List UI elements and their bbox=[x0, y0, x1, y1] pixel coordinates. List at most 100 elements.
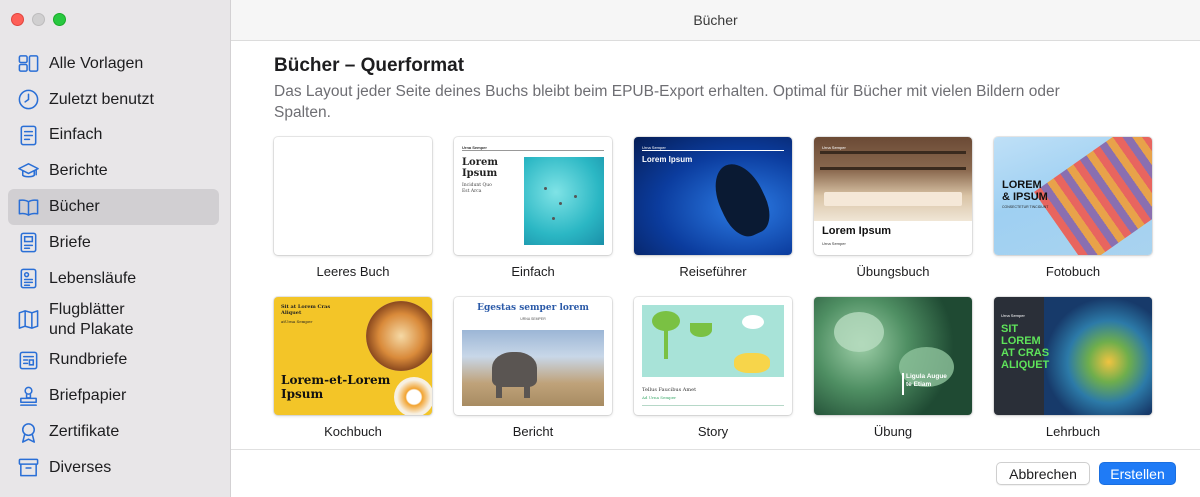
thumb-sub: Ad Urna Semper bbox=[642, 395, 676, 400]
minimize-window-button[interactable] bbox=[32, 13, 45, 26]
document-icon bbox=[16, 123, 40, 147]
elephant-photo bbox=[462, 330, 604, 406]
sidebar-item-label: Briefe bbox=[49, 233, 91, 251]
template-thumbnail[interactable]: Tellus Faucibus Amet Ad Urna Semper bbox=[634, 297, 792, 415]
template-reisefuehrer[interactable]: Urna Semper Lorem Ipsum Reiseführer bbox=[634, 137, 792, 279]
sidebar-item-zuletzt-benutzt[interactable]: Zuletzt benutzt bbox=[8, 82, 219, 118]
title-bar: Bücher bbox=[231, 0, 1200, 41]
template-lehrbuch[interactable]: Urna Semper SIT LOREM AT CRAS ALIQUET Le… bbox=[994, 297, 1152, 439]
template-thumbnail[interactable]: Urna Semper SIT LOREM AT CRAS ALIQUET bbox=[994, 297, 1152, 415]
sidebar-item-alle-vorlagen[interactable]: Alle Vorlagen bbox=[8, 46, 219, 82]
sidebar-item-buecher[interactable]: Bücher bbox=[8, 189, 219, 225]
egg-bowl bbox=[394, 377, 432, 415]
sidebar-item-lebenslaeufe[interactable]: Lebensläufe bbox=[8, 261, 219, 297]
sidebar-item-zertifikate[interactable]: Zertifikate bbox=[8, 414, 219, 450]
sidebar-item-einfach[interactable]: Einfach bbox=[8, 118, 219, 154]
window-title: Bücher bbox=[693, 12, 738, 28]
story-illustration bbox=[642, 305, 784, 377]
template-thumbnail[interactable]: Urna Semper Lorem Ipsum Urna Semper bbox=[814, 137, 972, 255]
thumb-title: Egestas semper lorem bbox=[477, 303, 589, 313]
thumb-sub-line2: Est Arca bbox=[462, 189, 482, 194]
sidebar-item-label: Lebensläufe bbox=[49, 269, 137, 287]
template-thumbnail[interactable]: LOREM & IPSUM CONSECTETUR TINCIDUNT bbox=[994, 137, 1152, 255]
sidebar-item-berichte[interactable]: Berichte bbox=[8, 153, 219, 189]
thumb-rule bbox=[642, 150, 784, 151]
template-label: Bericht bbox=[512, 424, 554, 439]
template-leeres-buch[interactable]: Leeres Buch bbox=[274, 137, 432, 279]
sidebar-item-briefe[interactable]: Briefe bbox=[8, 225, 219, 261]
cancel-button[interactable]: Abbrechen bbox=[996, 462, 1090, 485]
template-fotobuch[interactable]: LOREM & IPSUM CONSECTETUR TINCIDUNT Foto… bbox=[994, 137, 1152, 279]
sidebar-item-label: Zertifikate bbox=[49, 423, 120, 441]
ramen-bowl bbox=[366, 301, 432, 371]
thumb-title-line2: LOREM bbox=[1001, 335, 1041, 347]
sidebar-item-rundbriefe[interactable]: Rundbriefe bbox=[8, 343, 219, 379]
template-chooser-window: Alle Vorlagen Zuletzt benutzt Einfach Be… bbox=[0, 0, 1200, 497]
letter-icon bbox=[16, 231, 40, 255]
thumb-rule bbox=[642, 405, 784, 406]
thumb-author: Urna Semper bbox=[822, 145, 846, 150]
microscope-photo bbox=[1044, 297, 1152, 415]
thumb-sub: URNA SEMPER bbox=[520, 317, 546, 321]
seal-shape bbox=[705, 156, 778, 243]
roof-stripes bbox=[1034, 137, 1152, 255]
template-thumbnail[interactable]: Ligula Augue te Etiam bbox=[814, 297, 972, 415]
template-kochbuch[interactable]: Sit at Lorem Cras Aliquet atUrna Semper … bbox=[274, 297, 432, 439]
template-label: Lehrbuch bbox=[1045, 424, 1101, 439]
thumb-title-line2: & IPSUM bbox=[1002, 191, 1048, 203]
sidebar-item-label: Zuletzt benutzt bbox=[49, 90, 154, 108]
template-bericht[interactable]: Egestas semper lorem URNA SEMPER Bericht bbox=[454, 297, 612, 439]
create-button[interactable]: Erstellen bbox=[1099, 462, 1176, 485]
template-thumbnail[interactable]: Egestas semper lorem URNA SEMPER bbox=[454, 297, 612, 415]
sidebar-item-flugblaetter-und-plakate[interactable]: Flugblätter und Plakate bbox=[8, 297, 219, 343]
template-uebungsbuch[interactable]: Urna Semper Lorem Ipsum Urna Semper Übun… bbox=[814, 137, 972, 279]
template-thumbnail[interactable] bbox=[274, 137, 432, 255]
sidebar-item-diverses[interactable]: Diverses bbox=[8, 450, 219, 486]
thumb-title-line1: LOREM bbox=[1002, 179, 1042, 191]
section-title: Bücher – Querformat bbox=[274, 55, 465, 76]
thumb-title-line2: Ipsum bbox=[281, 387, 324, 401]
thumb-title-line3: AT CRAS bbox=[1001, 347, 1050, 359]
template-label: Leeres Buch bbox=[316, 264, 390, 279]
sidebar-item-briefpapier[interactable]: Briefpapier bbox=[8, 378, 219, 414]
thumb-title-line1: Lorem bbox=[462, 157, 498, 168]
template-einfach[interactable]: Urna Semper Lorem Ipsum Incidunt Quo Est… bbox=[454, 137, 612, 279]
clock-icon bbox=[16, 88, 40, 112]
sidebar-item-label: Einfach bbox=[49, 126, 103, 144]
close-window-button[interactable] bbox=[11, 13, 24, 26]
zoom-window-button[interactable] bbox=[53, 13, 66, 26]
template-story[interactable]: Tellus Faucibus Amet Ad Urna Semper Stor… bbox=[634, 297, 792, 439]
sidebar-item-label-line2: und Plakate bbox=[49, 320, 134, 338]
template-label: Übung bbox=[873, 424, 913, 439]
sidebar-item-label: Rundbriefe bbox=[49, 351, 128, 369]
sidebar-item-label: Diverses bbox=[49, 458, 112, 476]
thumb-title-line1: SIT bbox=[1001, 323, 1019, 335]
sidebar: Alle Vorlagen Zuletzt benutzt Einfach Be… bbox=[0, 0, 231, 497]
template-thumbnail[interactable]: Sit at Lorem Cras Aliquet atUrna Semper … bbox=[274, 297, 432, 415]
thumb-title: Tellus Faucibus Amet bbox=[642, 387, 697, 393]
template-gallery: Bücher – Querformat Das Layout jeder Sei… bbox=[231, 41, 1200, 449]
sidebar-item-label: Alle Vorlagen bbox=[49, 54, 144, 72]
template-thumbnail[interactable]: Urna Semper Lorem Ipsum bbox=[634, 137, 792, 255]
thumb-author: atUrna Semper bbox=[281, 319, 313, 324]
template-label: Übungsbuch bbox=[856, 264, 930, 279]
thumb-sub: CONSECTETUR TINCIDUNT bbox=[1002, 205, 1049, 209]
template-uebung[interactable]: Ligula Augue te Etiam Übung bbox=[814, 297, 972, 439]
thumb-sub: Urna Semper bbox=[822, 241, 846, 246]
template-label: Kochbuch bbox=[324, 424, 382, 439]
stamp-icon bbox=[16, 384, 40, 408]
beach-photo bbox=[524, 157, 604, 245]
template-label: Einfach bbox=[511, 264, 555, 279]
thumb-accent-line bbox=[902, 373, 904, 395]
section-description: Das Layout jeder Seite deines Buchs blei… bbox=[274, 83, 1060, 121]
category-list: Alle Vorlagen Zuletzt benutzt Einfach Be… bbox=[8, 46, 219, 486]
sidebar-item-label-line1: Flugblätter bbox=[49, 300, 125, 318]
thumb-title: Lorem Ipsum bbox=[642, 155, 693, 164]
template-label: Story bbox=[697, 424, 729, 439]
window-controls bbox=[11, 13, 66, 26]
template-thumbnail[interactable]: Urna Semper Lorem Ipsum Incidunt Quo Est… bbox=[454, 137, 612, 255]
dialog-footer: Abbrechen Erstellen bbox=[231, 449, 1200, 497]
sidebar-item-label: Bücher bbox=[49, 198, 100, 216]
ribbon-icon bbox=[16, 420, 40, 444]
thumb-rule bbox=[462, 150, 604, 151]
